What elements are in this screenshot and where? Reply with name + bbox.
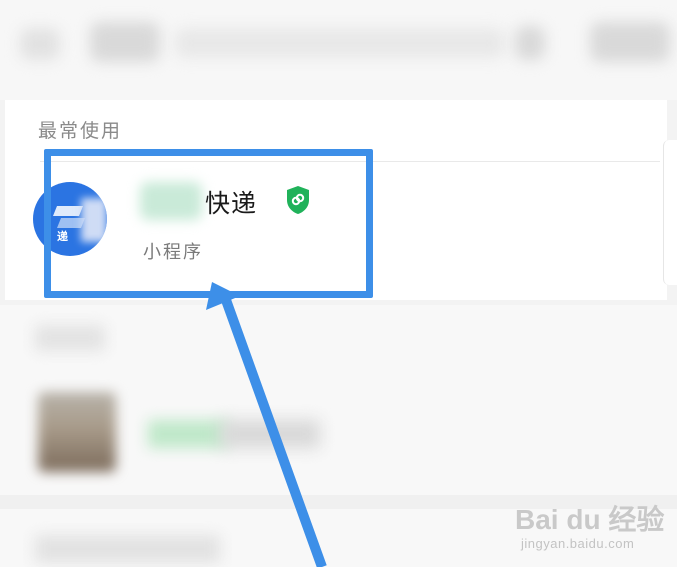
cancel-button[interactable] bbox=[590, 22, 670, 62]
watermark-url: jingyan.baidu.com bbox=[521, 536, 635, 551]
result-thumbnail[interactable] bbox=[38, 392, 116, 472]
result-subtitle-blur bbox=[220, 420, 320, 448]
lower-section-title bbox=[35, 325, 105, 351]
scroll-edge bbox=[663, 140, 677, 285]
header-title bbox=[90, 22, 160, 62]
voice-icon[interactable] bbox=[515, 26, 545, 60]
search-input[interactable] bbox=[175, 28, 505, 58]
baidu-jingyan-watermark: Bai du 经验 jingyan.baidu.com bbox=[515, 490, 675, 562]
section-title: 最常使用 bbox=[38, 120, 123, 142]
back-button[interactable] bbox=[20, 28, 60, 60]
highlight-box bbox=[44, 149, 373, 298]
watermark-text: Bai du 经验 bbox=[515, 504, 665, 535]
more-results-link[interactable] bbox=[35, 535, 220, 563]
result-title-blur[interactable] bbox=[148, 420, 228, 448]
